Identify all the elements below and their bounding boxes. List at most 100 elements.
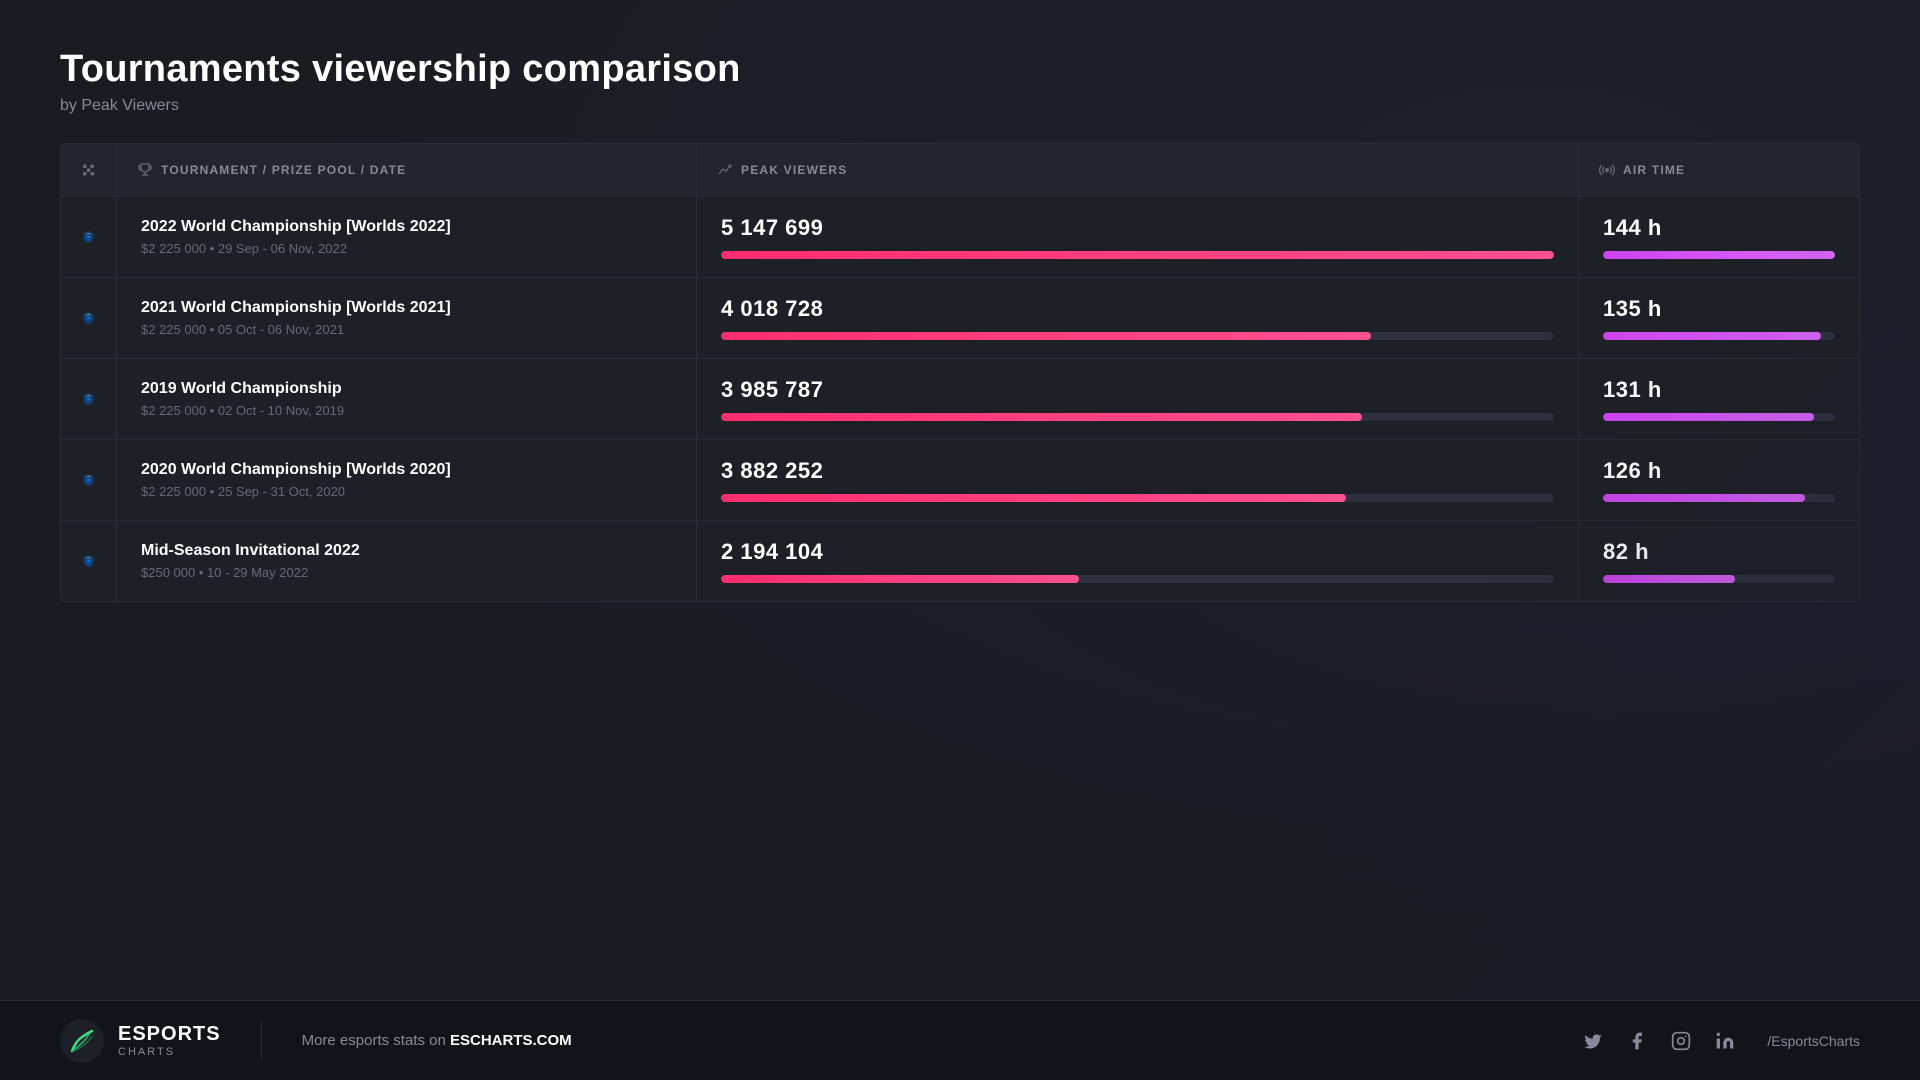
airtime-bar-fill <box>1603 575 1735 583</box>
tournament-meta: $2 225 000 • 29 Sep - 06 Nov, 2022 <box>141 241 672 256</box>
logo-charts: CHARTS <box>118 1046 221 1058</box>
tournament-meta: $250 000 • 10 - 29 May 2022 <box>141 565 672 580</box>
broadcast-icon <box>1599 162 1615 178</box>
main-container: Tournaments viewership comparison by Pea… <box>0 0 1920 602</box>
row-airtime-cell: 126 h <box>1579 440 1859 520</box>
airtime-bar-fill <box>1603 494 1805 502</box>
row-info-cell: Mid-Season Invitational 2022 $250 000 • … <box>117 521 697 601</box>
row-airtime-cell: 135 h <box>1579 278 1859 358</box>
viewers-count: 3 985 787 <box>721 377 1554 403</box>
tournament-meta: $2 225 000 • 25 Sep - 31 Oct, 2020 <box>141 484 672 499</box>
logo-esports: ESPORTS <box>118 1023 221 1046</box>
table-row[interactable]: 2019 World Championship $2 225 000 • 02 … <box>61 359 1859 440</box>
footer-social-handle: /EsportsCharts <box>1767 1033 1860 1049</box>
page-title: Tournaments viewership comparison <box>60 48 1860 91</box>
airtime-bar-container <box>1603 413 1835 421</box>
table-row[interactable]: 2021 World Championship [Worlds 2021] $2… <box>61 278 1859 359</box>
footer-divider <box>261 1021 262 1061</box>
th-tournament-label: TOURNAMENT / PRIZE POOL / DATE <box>161 163 406 177</box>
row-viewers-cell: 3 882 252 <box>697 440 1579 520</box>
th-viewers-label: PEAK VIEWERS <box>741 163 847 177</box>
viewers-bar-container <box>721 575 1554 583</box>
airtime-count: 135 h <box>1603 296 1835 322</box>
tournament-name: 2020 World Championship [Worlds 2020] <box>141 461 672 479</box>
footer-social: /EsportsCharts <box>1583 1031 1860 1051</box>
instagram-icon[interactable] <box>1671 1031 1691 1051</box>
viewers-bar-container <box>721 332 1554 340</box>
page-subtitle: by Peak Viewers <box>60 97 1860 115</box>
row-info-cell: 2020 World Championship [Worlds 2020] $2… <box>117 440 697 520</box>
table-header: TOURNAMENT / PRIZE POOL / DATE PEAK VIEW… <box>61 144 1859 197</box>
facebook-icon[interactable] <box>1627 1031 1647 1051</box>
table-row[interactable]: 2022 World Championship [Worlds 2022] $2… <box>61 197 1859 278</box>
tournament-name: 2022 World Championship [Worlds 2022] <box>141 218 672 236</box>
table-row[interactable]: 2020 World Championship [Worlds 2020] $2… <box>61 440 1859 521</box>
th-sort[interactable] <box>61 144 117 196</box>
row-game-icon-cell <box>61 521 117 601</box>
airtime-bar-container <box>1603 332 1835 340</box>
row-info-cell: 2022 World Championship [Worlds 2022] $2… <box>117 197 697 277</box>
viewers-bar-container <box>721 251 1554 259</box>
tournament-name: 2019 World Championship <box>141 380 672 398</box>
lol-game-icon <box>81 302 96 334</box>
airtime-count: 82 h <box>1603 539 1835 565</box>
footer-promo: More esports stats on ESCHARTS.COM <box>302 1032 572 1049</box>
row-game-icon-cell <box>61 278 117 358</box>
viewers-bar-fill <box>721 494 1346 502</box>
sort-icon <box>81 162 96 178</box>
row-game-icon-cell <box>61 359 117 439</box>
row-info-cell: 2019 World Championship $2 225 000 • 02 … <box>117 359 697 439</box>
trophy-icon <box>137 162 153 178</box>
lol-game-icon <box>81 464 96 496</box>
airtime-bar-container <box>1603 575 1835 583</box>
footer-promo-link[interactable]: ESCHARTS.COM <box>450 1032 572 1049</box>
airtime-count: 131 h <box>1603 377 1835 403</box>
tournament-meta: $2 225 000 • 05 Oct - 06 Nov, 2021 <box>141 322 672 337</box>
row-viewers-cell: 4 018 728 <box>697 278 1579 358</box>
linkedin-icon[interactable] <box>1715 1031 1735 1051</box>
row-viewers-cell: 2 194 104 <box>697 521 1579 601</box>
footer: ESPORTS CHARTS More esports stats on ESC… <box>0 1000 1920 1080</box>
airtime-bar-fill <box>1603 413 1814 421</box>
row-airtime-cell: 131 h <box>1579 359 1859 439</box>
table-body: 2022 World Championship [Worlds 2022] $2… <box>61 197 1859 601</box>
lol-game-icon <box>81 383 96 415</box>
airtime-count: 144 h <box>1603 215 1835 241</box>
data-table: TOURNAMENT / PRIZE POOL / DATE PEAK VIEW… <box>60 143 1860 602</box>
twitter-icon[interactable] <box>1583 1031 1603 1051</box>
viewers-bar-container <box>721 494 1554 502</box>
airtime-bar-container <box>1603 494 1835 502</box>
row-game-icon-cell <box>61 440 117 520</box>
row-airtime-cell: 144 h <box>1579 197 1859 277</box>
th-tournament: TOURNAMENT / PRIZE POOL / DATE <box>117 144 697 196</box>
th-airtime: AIR TIME <box>1579 144 1859 196</box>
tournament-name: 2021 World Championship [Worlds 2021] <box>141 299 672 317</box>
airtime-bar-container <box>1603 251 1835 259</box>
lol-game-icon <box>81 221 96 253</box>
chart-icon <box>717 162 733 178</box>
row-info-cell: 2021 World Championship [Worlds 2021] $2… <box>117 278 697 358</box>
viewers-count: 5 147 699 <box>721 215 1554 241</box>
viewers-count: 2 194 104 <box>721 539 1554 565</box>
esportscharts-logo-icon <box>60 1019 104 1063</box>
viewers-bar-fill <box>721 413 1362 421</box>
viewers-bar-fill <box>721 332 1371 340</box>
footer-promo-text: More esports stats on <box>302 1032 446 1049</box>
th-viewers: PEAK VIEWERS <box>697 144 1579 196</box>
table-row[interactable]: Mid-Season Invitational 2022 $250 000 • … <box>61 521 1859 601</box>
tournament-meta: $2 225 000 • 02 Oct - 10 Nov, 2019 <box>141 403 672 418</box>
row-game-icon-cell <box>61 197 117 277</box>
viewers-count: 3 882 252 <box>721 458 1554 484</box>
row-airtime-cell: 82 h <box>1579 521 1859 601</box>
footer-logo: ESPORTS CHARTS <box>60 1019 221 1063</box>
lol-game-icon <box>81 545 96 577</box>
viewers-bar-container <box>721 413 1554 421</box>
viewers-bar-fill <box>721 575 1079 583</box>
footer-logo-text: ESPORTS CHARTS <box>118 1023 221 1058</box>
airtime-bar-fill <box>1603 332 1821 340</box>
airtime-count: 126 h <box>1603 458 1835 484</box>
viewers-count: 4 018 728 <box>721 296 1554 322</box>
th-airtime-label: AIR TIME <box>1623 163 1685 177</box>
row-viewers-cell: 3 985 787 <box>697 359 1579 439</box>
viewers-bar-fill <box>721 251 1554 259</box>
